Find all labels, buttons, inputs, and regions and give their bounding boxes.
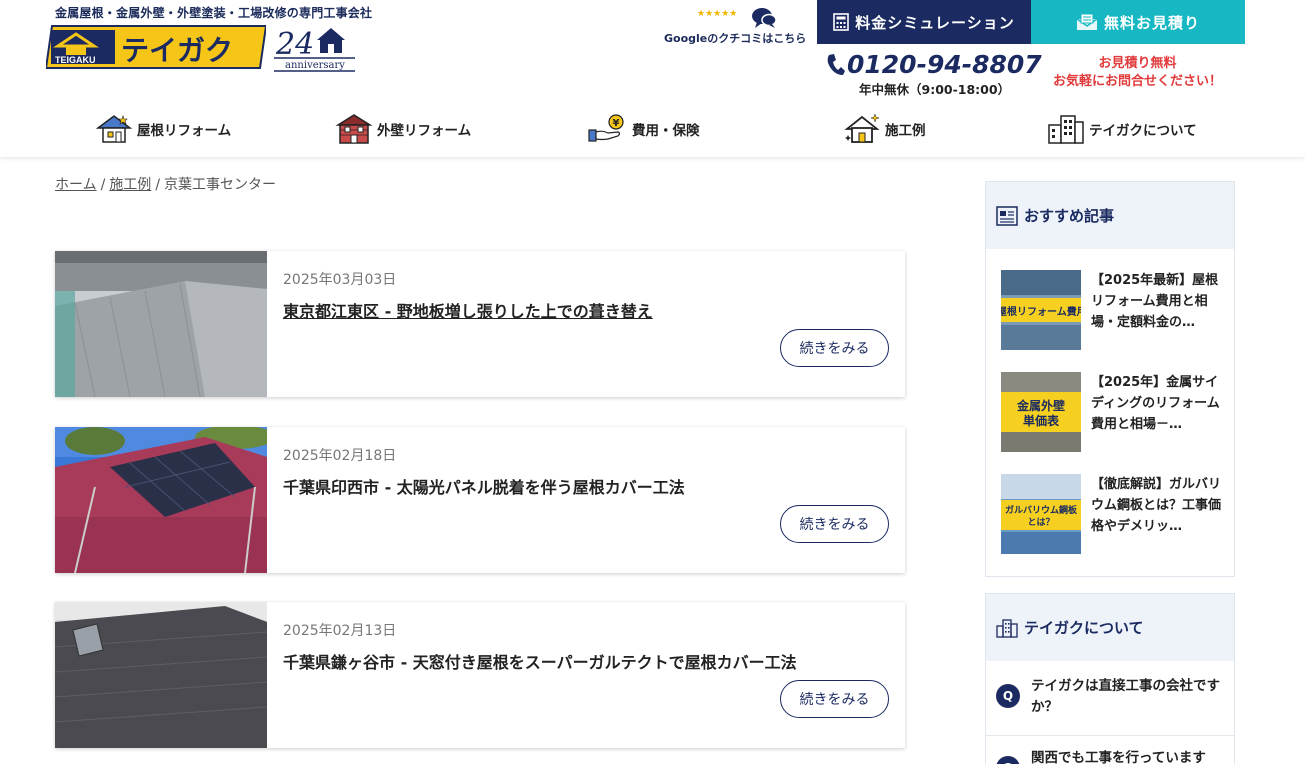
breadcrumb-cases[interactable]: 施工例 bbox=[109, 177, 151, 193]
case-card[interactable]: 2025年02月13日 千葉県鎌ヶ谷市 - 天窓付き屋根をスーパーガルテクトで屋… bbox=[55, 602, 905, 748]
article-thumbnail: 金属外壁 単価表 bbox=[1001, 372, 1081, 452]
article-thumbnail: 屋根リフォーム費用 bbox=[1001, 270, 1081, 350]
recommended-articles-box: おすすめ記事 屋根リフォーム費用 【2025年最新】屋根リフォーム費用と相場・定… bbox=[985, 181, 1235, 577]
teigaku-logo[interactable]: TEIGAKU テイガク bbox=[46, 24, 266, 70]
header-tagline: 金属屋根・金属外壁・外壁塗装・工場改修の専門工事会社 bbox=[55, 6, 373, 20]
case-date: 2025年02月13日 bbox=[283, 623, 397, 639]
anniversary-word: anniversary bbox=[285, 60, 345, 71]
article-thumb-text-1: 金属外壁 bbox=[1016, 398, 1065, 413]
case-thumbnail[interactable] bbox=[55, 602, 267, 748]
price-simulation-button[interactable]: 料金シミュレーション bbox=[817, 0, 1031, 44]
free-estimate-button[interactable]: 無料お見積り bbox=[1031, 0, 1245, 44]
recommended-article[interactable]: 金属外壁 単価表 【2025年】金属サイディングのリフォーム費用と相場－… bbox=[1001, 372, 1226, 454]
article-thumb-text-2: 単価表 bbox=[1023, 413, 1060, 428]
question-icon: Q bbox=[996, 684, 1020, 708]
anniversary-number: 24 bbox=[275, 27, 314, 62]
article-thumb-text-1: ガルバリウム鋼板 bbox=[1005, 504, 1078, 516]
yen-hand-icon: ¥ bbox=[588, 114, 624, 142]
price-simulation-label: 料金シミュレーション bbox=[855, 13, 1015, 32]
wall-house-icon bbox=[335, 114, 373, 144]
chat-bubble-icon bbox=[752, 8, 777, 28]
nav-cost-insurance-label: 費用・保険 bbox=[632, 123, 700, 139]
free-estimate-line1: お見積り無料 bbox=[1098, 56, 1177, 71]
nav-roof-reform-label: 屋根リフォーム bbox=[137, 123, 232, 139]
question-icon: Q bbox=[996, 756, 1020, 764]
about-teigaku-box: テイガクについて Q テイガクは直接工事の会社ですか？ Q 関西でも工事を行って… bbox=[985, 593, 1235, 764]
breadcrumb-separator: / bbox=[100, 177, 106, 193]
free-estimate-line2: お気軽にお問合せください！ bbox=[1052, 74, 1222, 89]
read-more-button[interactable]: 続きをみる bbox=[780, 505, 889, 543]
breadcrumb-current: 京葉工事センター bbox=[164, 177, 277, 193]
main-nav: 屋根リフォーム 外壁リフォーム ¥ 費用・保険 施工例 テイガクについて bbox=[55, 105, 1245, 155]
faq-item[interactable]: Q テイガクは直接工事の会社ですか？ bbox=[986, 676, 1234, 718]
recommended-header: おすすめ記事 bbox=[986, 182, 1234, 249]
site-header: 金属屋根・金属外壁・外壁塗装・工場改修の専門工事会社 TEIGAKU テイガク … bbox=[0, 0, 1305, 157]
phone-icon bbox=[827, 53, 845, 75]
calculator-icon bbox=[833, 13, 850, 31]
nav-cost-insurance[interactable]: ¥ 費用・保険 bbox=[588, 105, 700, 153]
article-thumb-text: 屋根リフォーム費用 bbox=[1001, 305, 1081, 318]
recommended-article[interactable]: ガルバリウム鋼板 とは？ 【徹底解説】ガルバリウム鋼板とは？工事価格やデメリッ… bbox=[1001, 474, 1226, 556]
free-estimate-notice: お見積り無料 お気軽にお問合せください！ bbox=[1040, 55, 1235, 91]
mail-icon bbox=[1076, 13, 1098, 30]
free-estimate-label: 無料お見積り bbox=[1103, 13, 1200, 32]
read-more-button[interactable]: 続きをみる bbox=[780, 680, 889, 718]
about-title: テイガクについて bbox=[1024, 619, 1144, 637]
google-review-link[interactable]: ★★★★★ Googleのクチコミはこちら bbox=[662, 6, 812, 46]
faq-item[interactable]: Q 関西でも工事を行っています bbox=[986, 748, 1234, 764]
faq-text[interactable]: 関西でも工事を行っています bbox=[1031, 748, 1221, 764]
case-date: 2025年03月03日 bbox=[283, 272, 397, 288]
recommended-title: おすすめ記事 bbox=[1024, 207, 1115, 225]
building-icon bbox=[1048, 115, 1084, 144]
nav-wall-reform-label: 外壁リフォーム bbox=[377, 123, 472, 139]
case-thumbnail[interactable] bbox=[55, 251, 267, 397]
recommended-article[interactable]: 屋根リフォーム費用 【2025年最新】屋根リフォーム費用と相場・定額料金の… bbox=[1001, 270, 1226, 352]
google-review-label: Googleのクチコミはこちら bbox=[664, 32, 807, 45]
article-title[interactable]: 【2025年】金属サイディングのリフォーム費用と相場－… bbox=[1091, 372, 1226, 435]
nav-about-teigaku-label: テイガクについて bbox=[1089, 123, 1197, 139]
case-title[interactable]: 千葉県鎌ヶ谷市 - 天窓付き屋根をスーパーガルテクトで屋根カバー工法 bbox=[283, 649, 797, 673]
phone-contact[interactable]: 0120-94-8807 年中無休（9:00-18:00） bbox=[825, 50, 1042, 97]
logo-sub-text: TEIGAKU bbox=[55, 55, 96, 65]
nav-roof-reform[interactable]: 屋根リフォーム bbox=[95, 105, 231, 153]
logo-main-text: テイガク bbox=[121, 34, 233, 67]
article-title[interactable]: 【徹底解説】ガルバリウム鋼板とは？工事価格やデメリッ… bbox=[1091, 474, 1226, 537]
star-rating-icon: ★★★★★ bbox=[697, 9, 738, 19]
read-more-button[interactable]: 続きをみる bbox=[780, 329, 889, 367]
case-card[interactable]: 2025年03月03日 東京都江東区 - 野地板増し張りした上での葺き替え 続き… bbox=[55, 251, 905, 397]
breadcrumb-home[interactable]: ホーム bbox=[55, 177, 97, 193]
case-date: 2025年02月18日 bbox=[283, 448, 397, 464]
sparkle-house-icon bbox=[844, 113, 880, 143]
svg-text:¥: ¥ bbox=[613, 118, 620, 129]
breadcrumb: ホーム / 施工例 / 京葉工事センター bbox=[55, 174, 276, 194]
nav-case-studies-label: 施工例 bbox=[885, 123, 926, 139]
case-thumbnail[interactable] bbox=[55, 427, 267, 573]
nav-case-studies[interactable]: 施工例 bbox=[843, 105, 926, 153]
business-hours: 年中無休（9:00-18:00） bbox=[859, 82, 1011, 97]
article-icon bbox=[996, 205, 1018, 226]
breadcrumb-separator: / bbox=[155, 177, 161, 193]
case-title[interactable]: 千葉県印西市 - 太陽光パネル脱着を伴う屋根カバー工法 bbox=[283, 474, 685, 498]
article-thumbnail: ガルバリウム鋼板 とは？ bbox=[1001, 474, 1081, 554]
about-header: テイガクについて bbox=[986, 594, 1234, 661]
case-title[interactable]: 東京都江東区 - 野地板増し張りした上での葺き替え bbox=[283, 298, 653, 322]
building-icon bbox=[996, 618, 1018, 638]
faq-divider bbox=[986, 735, 1234, 736]
article-title[interactable]: 【2025年最新】屋根リフォーム費用と相場・定額料金の… bbox=[1091, 270, 1226, 333]
nav-wall-reform[interactable]: 外壁リフォーム bbox=[335, 105, 471, 153]
case-card[interactable]: 2025年02月18日 千葉県印西市 - 太陽光パネル脱着を伴う屋根カバー工法 … bbox=[55, 427, 905, 573]
faq-text[interactable]: テイガクは直接工事の会社ですか？ bbox=[1031, 676, 1221, 718]
article-thumb-text-2: とは？ bbox=[1027, 517, 1054, 528]
anniversary-badge: 24 anniversary bbox=[274, 27, 355, 72]
phone-number: 0120-94-8807 bbox=[847, 50, 1042, 79]
roof-house-icon bbox=[95, 115, 133, 143]
nav-about-teigaku[interactable]: テイガクについて bbox=[1047, 105, 1197, 153]
